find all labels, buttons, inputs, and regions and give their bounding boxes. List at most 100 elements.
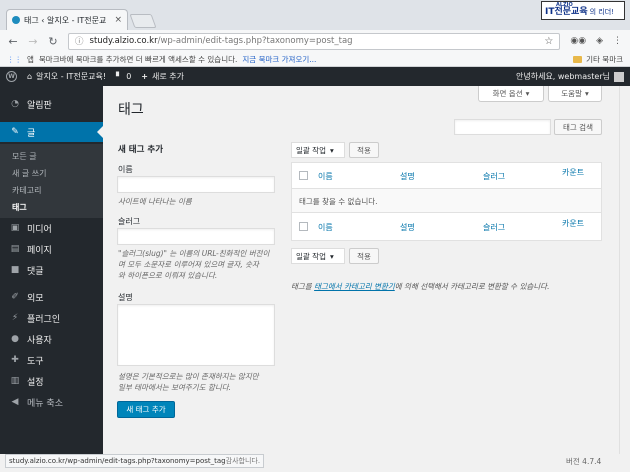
greeting: 안녕하세요, webmaster님 [516, 72, 610, 81]
reload-icon[interactable]: ↻ [48, 35, 58, 48]
close-icon[interactable]: × [114, 15, 122, 25]
brush-icon: ✐ [11, 292, 19, 302]
sidebar-item-pages[interactable]: ▤ 페이지 [0, 239, 103, 259]
sidebar-item-users[interactable]: ● 사용자 [0, 329, 103, 349]
shield-icon[interactable]: ◈ [596, 36, 603, 46]
sidebar-item-tools[interactable]: ✚ 도구 [0, 350, 103, 370]
sidebar-item-label: 도구 [27, 356, 44, 367]
brand-logo: ALZIO IT전문교육 의 리더! [541, 1, 625, 20]
select-all-checkbox[interactable] [299, 171, 308, 180]
sidebar-item-label: 외모 [27, 293, 44, 304]
sidebar-item-plugins[interactable]: ⚡ 플러그인 [0, 308, 103, 328]
description-help-line: 설명은 기본적으로는 많이 존재하지는 않지만 [118, 372, 259, 381]
admin-bar: W ⌂ 알지오 - IT전문교육! ▘ 0 + 새로 추가 안녕하세요, webmas… [0, 67, 630, 86]
help-button[interactable]: 도움말 ▾ [548, 86, 602, 102]
bookmark-apps[interactable]: 앱 [27, 54, 34, 65]
caret-down-icon: ▾ [525, 89, 530, 98]
scrollbar[interactable] [619, 86, 630, 454]
brand-rest: 의 리더! [589, 8, 614, 16]
bulk-action-select-top[interactable]: 일괄 작업 ▾ [291, 142, 345, 158]
wp-version: 버전 4.7.4 [566, 457, 602, 466]
submenu-categories[interactable]: 카테고리 [12, 185, 41, 196]
tag-search-input[interactable] [454, 119, 551, 135]
back-icon[interactable]: ← [8, 35, 18, 48]
url-input[interactable]: ⓘ study.alzio.co.kr/wp-admin/edit-tags.p… [68, 32, 561, 50]
submenu-new-post[interactable]: 새 글 쓰기 [12, 168, 47, 179]
column-count-footer[interactable]: 카운트 [562, 218, 584, 229]
posts-submenu: 모든 글 새 글 쓰기 카테고리 태그 [0, 144, 103, 218]
sidebar-item-label: 글 [27, 128, 36, 139]
sidebar-item-label: 메뉴 축소 [27, 398, 63, 409]
url-domain: study.alzio.co.kr [89, 36, 158, 46]
account-menu[interactable]: 안녕하세요, webmaster님 [516, 71, 624, 82]
bulk-action-select-bottom[interactable]: 일괄 작업 ▾ [291, 248, 345, 264]
other-bookmarks[interactable]: 기타 북마크 [586, 54, 623, 65]
sidebar-item-settings[interactable]: ▥ 설정 [0, 371, 103, 391]
tab-title: 태그 ‹ 알지오 - IT전문교 [24, 15, 107, 25]
tag-slug-input[interactable] [117, 228, 275, 245]
sidebar-item-comments[interactable]: ■ 댓글 [0, 260, 103, 280]
apply-button-top[interactable]: 적용 [349, 142, 379, 158]
forward-icon[interactable]: → [28, 35, 38, 48]
star-icon[interactable]: ☆ [544, 36, 553, 47]
caret-down-icon: ▾ [329, 145, 334, 155]
tag-to-category-converter-link[interactable]: 태그에서 카테고리 변환기 [314, 282, 395, 291]
wordpress-logo-icon[interactable]: W [6, 71, 17, 82]
menu-icon[interactable]: ⋮ [613, 36, 622, 46]
screen-options-button[interactable]: 화면 옵션 ▾ [478, 86, 544, 102]
caret-down-icon: ▾ [584, 89, 589, 98]
slug-help-line: "슬러그(slug)" 는 이름의 URL-친화적인 버전이 [118, 249, 270, 258]
info-icon[interactable]: ⓘ [75, 35, 84, 47]
bulk-action-value: 일괄 작업 [296, 145, 326, 155]
sidebar-item-label: 미디어 [27, 224, 52, 235]
browser-tab[interactable]: 태그 ‹ 알지오 - IT전문교 × [6, 9, 128, 30]
converter-note: 태그를 태그에서 카테고리 변환기에 의해 선택해서 카테고리로 변환할 수 있… [291, 281, 549, 292]
search-tags-button[interactable]: 태그 검색 [554, 119, 602, 135]
status-bar-url: study.alzio.co.kr/wp-admin/edit-tags.php… [5, 454, 265, 468]
apps-icon[interactable]: ⋮⋮ [7, 55, 22, 64]
column-slug[interactable]: 슬러그 [483, 171, 505, 182]
tag-description-textarea[interactable] [117, 304, 275, 366]
sidebar-item-dashboard[interactable]: ◔ 알림판 [0, 94, 103, 114]
sidebar-item-appearance[interactable]: ✐ 외모 [0, 287, 103, 307]
plus-icon: + [141, 72, 148, 81]
table-row: 태그를 찾을 수 없습니다. [292, 189, 601, 213]
new-content-link[interactable]: + 새로 추가 [141, 71, 184, 82]
name-help: 사이트에 나타나는 이름 [118, 197, 192, 206]
search-tags-label: 태그 검색 [563, 122, 593, 132]
no-tags-message: 태그를 찾을 수 없습니다. [299, 197, 378, 206]
column-name-footer[interactable]: 이름 [318, 222, 333, 233]
column-description[interactable]: 설명 [400, 171, 415, 182]
apply-button-bottom[interactable]: 적용 [349, 248, 379, 264]
add-new-tag-button[interactable]: 새 태그 추가 [117, 401, 175, 418]
bookmarks-bar: ⋮⋮ 앱 북마크바에 북마크를 추가하면 더 빠르게 액세스할 수 있습니다. … [0, 52, 630, 67]
note-suffix: 에 의해 선택해서 카테고리로 변환할 수 있습니다. [394, 282, 550, 291]
new-tab-button[interactable] [129, 14, 157, 28]
screen-options-label: 화면 옵션 [492, 89, 523, 98]
media-icon: ▣ [10, 223, 20, 233]
folder-icon [573, 55, 583, 63]
sidebar-item-media[interactable]: ▣ 미디어 [0, 218, 103, 238]
collapse-icon: ◀ [11, 397, 19, 407]
sidebar-item-posts[interactable]: ✎ 글 [0, 122, 103, 142]
url-path: /wp-admin/edit-tags.php?taxonomy=post_ta… [157, 36, 353, 46]
tag-name-input[interactable] [117, 176, 275, 193]
column-name[interactable]: 이름 [318, 171, 333, 182]
comments-link[interactable]: ▘ 0 [116, 72, 131, 81]
glasses-icon[interactable]: ◉◉ [570, 36, 586, 46]
tags-table: 이름 설명 슬러그 카운트 태그를 찾을 수 없습니다. 이름 설명 슬러그 카… [291, 162, 602, 241]
column-slug-footer[interactable]: 슬러그 [483, 222, 505, 233]
import-bookmarks-link[interactable]: 지금 북마크 가져오기... [242, 54, 316, 65]
sidebar-item-label: 설정 [27, 377, 44, 388]
column-description-footer[interactable]: 설명 [400, 222, 415, 233]
submenu-tags[interactable]: 태그 [12, 202, 27, 213]
sidebar-item-label: 댓글 [27, 266, 44, 277]
column-count[interactable]: 카운트 [562, 167, 584, 178]
site-name-link[interactable]: ⌂ 알지오 - IT전문교육! [27, 71, 106, 82]
slug-label: 슬러그 [118, 217, 141, 226]
select-all-checkbox-bottom[interactable] [299, 222, 308, 231]
submenu-all-posts[interactable]: 모든 글 [12, 151, 37, 162]
avatar [614, 71, 624, 82]
sidebar-collapse[interactable]: ◀ 메뉴 축소 [0, 392, 103, 412]
tab-favicon-icon [12, 16, 20, 24]
